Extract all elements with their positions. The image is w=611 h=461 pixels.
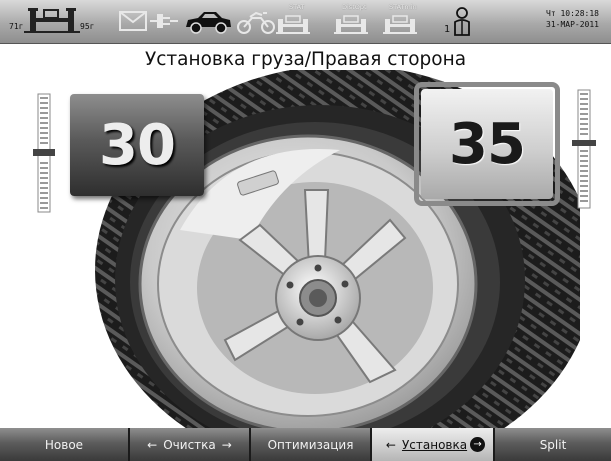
stat-icon[interactable] bbox=[276, 13, 310, 35]
page-title: Установка груза/Правая сторона bbox=[144, 49, 467, 70]
tab-clear-label: Очистка bbox=[163, 437, 216, 452]
tab-split[interactable]: Split bbox=[495, 428, 611, 461]
left-position-scale bbox=[33, 93, 55, 213]
right-weight-readout: 95г bbox=[80, 22, 95, 31]
bottom-tab-bar: Новое ← Очистка → Оптимизация ← Установк… bbox=[0, 428, 611, 461]
clock-date: 31-МАР-2011 bbox=[546, 20, 599, 29]
tab-install-label: Установка bbox=[401, 437, 468, 452]
plug-icon[interactable] bbox=[150, 10, 178, 32]
clock-time: Чт 10:28:18 bbox=[546, 9, 599, 18]
tab-clear[interactable]: ← Очистка → bbox=[130, 428, 251, 461]
operator-icon[interactable] bbox=[453, 7, 471, 37]
tab-optimization-label: Оптимизация bbox=[267, 437, 354, 452]
tab-install-right-arrow-icon[interactable]: → bbox=[470, 437, 486, 452]
left-weight-readout: 71г bbox=[9, 22, 24, 31]
statmin-icon[interactable] bbox=[383, 13, 417, 35]
tab-install[interactable]: ← Установка → bbox=[372, 428, 495, 461]
tab-clear-left-arrow-icon[interactable]: ← bbox=[147, 438, 157, 452]
stat-label: STAT bbox=[289, 3, 305, 11]
operator-number: 1 bbox=[444, 24, 451, 35]
distopt-icon[interactable] bbox=[334, 13, 368, 35]
car-icon[interactable] bbox=[184, 9, 232, 35]
tab-new[interactable]: Новое bbox=[0, 428, 130, 461]
envelope-icon[interactable] bbox=[119, 11, 147, 31]
tab-install-left-arrow-icon[interactable]: ← bbox=[386, 438, 396, 452]
tab-clear-right-arrow-icon[interactable]: → bbox=[222, 438, 232, 452]
balancer-icon[interactable] bbox=[24, 6, 80, 36]
status-bar: 71г 95г STAT DistOpt STATmin 1 Чт 10:28:… bbox=[0, 0, 611, 44]
distopt-label: DistOpt bbox=[342, 3, 367, 11]
motorcycle-icon[interactable] bbox=[235, 9, 277, 35]
left-plane-weight-value: 30 bbox=[70, 94, 204, 196]
right-position-scale bbox=[572, 89, 596, 209]
tab-new-label: Новое bbox=[44, 437, 84, 452]
tab-split-label: Split bbox=[539, 437, 567, 452]
statmin-label: STATmin bbox=[389, 3, 417, 11]
tab-optimization[interactable]: Оптимизация bbox=[251, 428, 372, 461]
right-plane-weight-value: 35 bbox=[421, 89, 553, 199]
